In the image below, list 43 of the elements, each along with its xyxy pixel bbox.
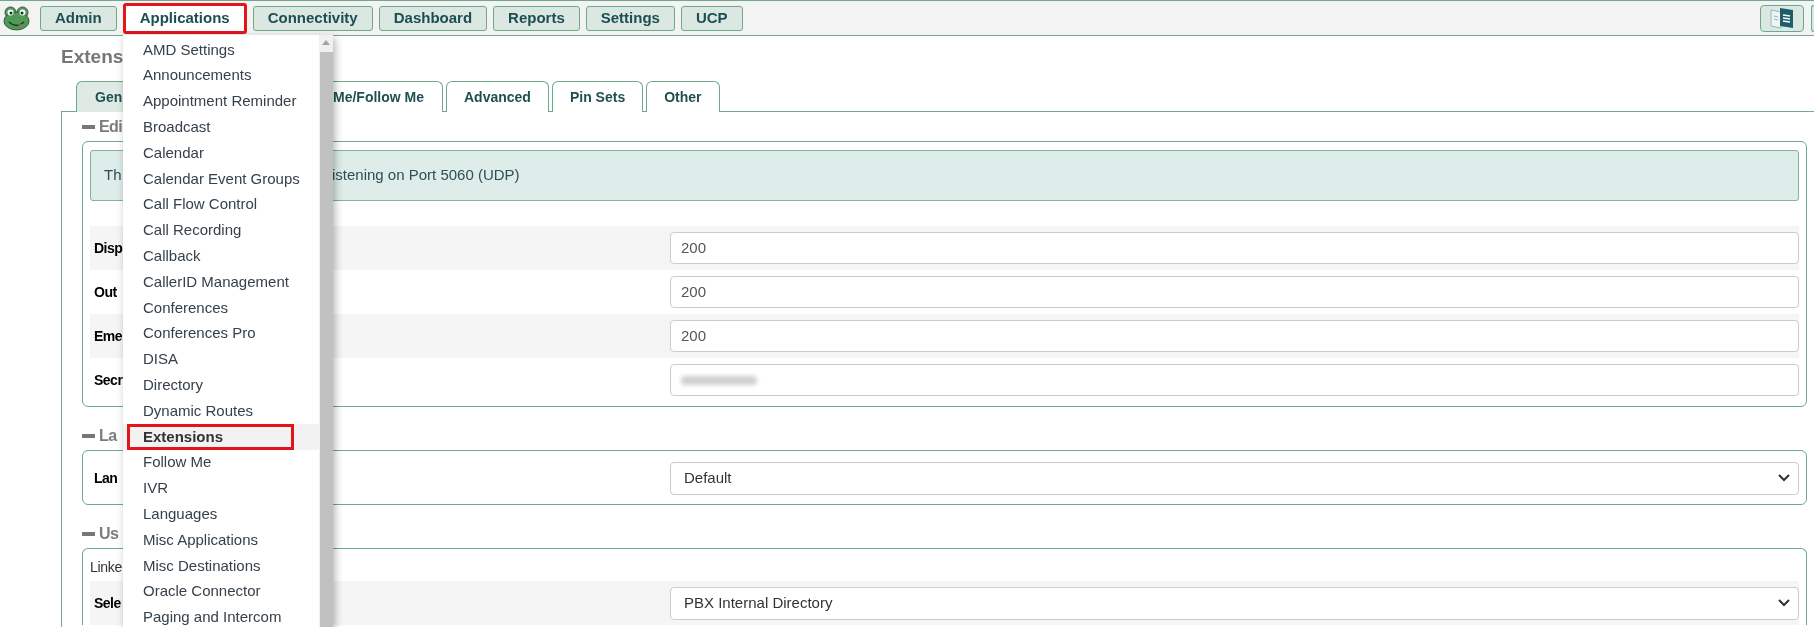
text-input[interactable]: 200 [670,320,1799,352]
section-heading: La [99,426,117,446]
language-button[interactable] [1760,4,1804,32]
nav-button[interactable]: Dashboard [378,5,488,31]
menu-item[interactable]: Paging and Intercom [123,604,319,627]
tab[interactable]: Gen [76,81,124,112]
nav-button[interactable]: Settings [585,5,675,31]
chevron-down-icon [1778,474,1790,482]
frog-logo [3,5,30,31]
text-input[interactable]: 200 [670,276,1799,308]
minus-icon[interactable] [82,434,95,438]
minus-icon[interactable] [82,532,95,536]
text-input[interactable] [670,364,1799,396]
field-label: Lan [94,468,118,488]
page-title: Extens [61,46,124,68]
section-heading: Us [99,524,119,544]
field-label: Sele [94,593,121,613]
nav-button[interactable]: Connectivity [252,5,373,31]
tab[interactable]: Other [646,81,720,112]
nav-button[interactable]: Reports [493,5,580,31]
chevron-down-icon [1778,599,1790,607]
section-heading: Edi [99,117,123,137]
tab[interactable]: Advanced [446,81,549,112]
text-input[interactable]: 200 [670,232,1799,264]
menu-item[interactable]: Extensions [123,423,319,450]
field-label: Disp [94,238,123,258]
minus-icon[interactable] [82,125,95,129]
field-label: Eme [94,326,123,346]
field-label: Secr [94,370,123,390]
up-arrow-icon[interactable] [322,40,330,45]
nav-button[interactable]: Admin [40,5,117,31]
tab[interactable]: Me/Follow Me [333,81,443,112]
tab[interactable]: Pin Sets [551,81,644,112]
section-description: Linke [90,558,122,576]
pages-icon [1770,7,1794,29]
select-field[interactable]: PBX Internal Directory [670,586,1799,620]
nav-button[interactable]: Applications [122,2,247,34]
nav-button[interactable]: UCP [680,5,743,31]
alert-text: Th [104,166,122,184]
field-label: Out [94,282,117,302]
select-field[interactable]: Default [670,461,1799,495]
toolbar-button[interactable] [1811,4,1814,32]
alert-text: istening on Port 5060 (UDP) [332,166,520,184]
